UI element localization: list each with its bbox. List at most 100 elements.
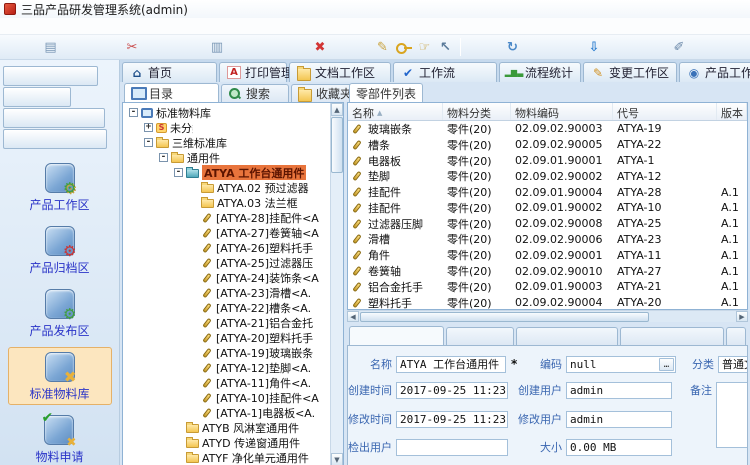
expand-toggle-icon[interactable]: - xyxy=(159,153,168,162)
delete-icon[interactable] xyxy=(268,37,372,57)
modified-field[interactable]: 2017-09-25 11:23:13 xyxy=(396,411,508,428)
sync-icon[interactable] xyxy=(465,37,560,57)
expand-toggle-icon[interactable]: - xyxy=(174,168,183,177)
table-row[interactable]: 挂配件 零件(20) 02.09.01.90004 ATYA-28 A.1 xyxy=(348,184,747,200)
point-icon[interactable] xyxy=(414,37,435,57)
main-tab[interactable]: 工作流 xyxy=(393,62,497,82)
tree-node[interactable]: [ATYA-11]角件<A. xyxy=(125,375,329,390)
tree-node[interactable]: [ATYA-20]塑料托手 xyxy=(125,330,329,345)
modifier-field[interactable]: admin xyxy=(566,411,672,428)
tree-node[interactable]: [ATYA-28]挂配件<A xyxy=(125,210,329,225)
size-field[interactable]: 0.00 MB xyxy=(566,439,672,456)
creator-field[interactable]: admin xyxy=(566,382,672,399)
editpage-icon[interactable] xyxy=(628,37,730,57)
table-row[interactable]: 挂配件 零件(20) 02.09.01.90002 ATYA-10 A.1 xyxy=(348,200,747,216)
tree-node[interactable]: + 未分类物料 xyxy=(125,120,193,135)
scroll-up-icon[interactable]: ▲ xyxy=(331,103,343,116)
detail-tab[interactable] xyxy=(516,327,618,345)
tree-node[interactable]: [ATYA-21]铝合金托 xyxy=(125,315,329,330)
table-row[interactable]: 铝合金托手 零件(20) 02.09.01.90003 ATYA-21 A.1 xyxy=(348,279,747,295)
tree-node[interactable]: [ATYA-27]卷簧轴<A xyxy=(125,225,329,240)
scrollbar-thumb[interactable] xyxy=(331,117,343,173)
tree-node[interactable]: [ATYA-24]装饰条<A xyxy=(125,270,329,285)
main-tab[interactable]: 流程统计 xyxy=(499,62,581,82)
sidebar-item[interactable]: 产品发布区 xyxy=(9,284,111,342)
sidebar-section-button[interactable] xyxy=(3,129,107,149)
scroll-right-icon[interactable]: ▶ xyxy=(736,311,748,322)
sidebar-item[interactable]: 物料申请 xyxy=(27,410,91,465)
detail-tab[interactable] xyxy=(620,327,724,345)
sidebar-item[interactable]: 标准物料库 xyxy=(8,347,112,405)
cut-icon[interactable] xyxy=(98,37,166,57)
table-horizontal-scrollbar[interactable]: ◀ ▶ xyxy=(347,310,748,322)
main-tab[interactable]: 打印管理 xyxy=(219,62,287,82)
column-header[interactable]: 名称 ▲ xyxy=(348,103,443,120)
column-header[interactable]: 物料分类 xyxy=(443,103,511,120)
table-row[interactable]: 垫脚 零件(20) 02.09.02.90002 ATYA-12 A.1 xyxy=(348,168,452,184)
select-icon[interactable] xyxy=(435,37,456,57)
sidebar-section-button[interactable] xyxy=(3,87,71,107)
sidebar-section-button[interactable] xyxy=(3,108,105,128)
table-row[interactable]: 槽条 零件(20) 02.09.02.90005 ATYA-22 A.1 xyxy=(348,137,416,153)
copypage-icon[interactable] xyxy=(730,37,750,57)
column-header[interactable]: 物料编码 xyxy=(511,103,613,120)
expand-toggle-icon[interactable]: - xyxy=(144,138,153,147)
class-field[interactable]: 普通文件 xyxy=(718,356,748,373)
tree-node[interactable]: - ATYA 工作台通用件 xyxy=(125,165,329,180)
tree-node[interactable]: [ATYA-19]玻璃嵌条 xyxy=(125,345,329,360)
tree-node[interactable]: ATYA.03 法兰框 xyxy=(125,195,329,210)
table-row[interactable]: 玻璃嵌条 零件(20) 02.09.02.90003 ATYA-19 A.1 xyxy=(348,121,443,137)
remark-field[interactable] xyxy=(716,382,748,448)
created-field[interactable]: 2017-09-25 11:23:13 xyxy=(396,382,508,399)
scrollbar-thumb[interactable] xyxy=(360,312,649,322)
tree-node[interactable]: [ATYA-26]塑料托手 xyxy=(125,240,329,255)
table-row[interactable]: 过滤器压脚 零件(20) 02.09.02.90008 ATYA-25 A.1 xyxy=(348,216,747,232)
scroll-down-icon[interactable]: ▼ xyxy=(331,453,343,465)
sidebar-item[interactable]: 产品工作区 xyxy=(12,158,107,216)
copy-icon[interactable] xyxy=(3,37,98,57)
paste-icon[interactable] xyxy=(166,37,268,57)
tree-node[interactable]: [ATYA-1]电器板<A. xyxy=(125,405,329,420)
sidebar-item[interactable]: 产品归档区 xyxy=(26,221,94,279)
tree-node[interactable]: ATYA.02 预过滤器 xyxy=(125,180,329,195)
key-icon[interactable] xyxy=(393,37,414,57)
main-tab[interactable]: 首页 xyxy=(122,62,217,82)
checkin-icon[interactable] xyxy=(560,37,628,57)
column-header[interactable]: 版本 xyxy=(717,103,747,120)
detail-tab[interactable] xyxy=(446,327,514,345)
scroll-left-icon[interactable]: ◀ xyxy=(347,311,359,322)
tree-node[interactable]: - 标准物料库 xyxy=(125,105,220,120)
column-header[interactable]: 代号 xyxy=(613,103,717,120)
tree-vertical-scrollbar[interactable]: ▲ ▼ xyxy=(330,103,343,465)
table-row[interactable]: 滑槽 零件(20) 02.09.02.90006 ATYA-23 A.1 xyxy=(348,232,747,248)
main-tab[interactable]: 变更工作区 xyxy=(583,62,677,82)
table-row[interactable]: 角件 零件(20) 02.09.02.90001 ATYA-11 A.1 xyxy=(348,247,747,263)
detail-tab[interactable] xyxy=(726,327,746,345)
tree-node[interactable]: [ATYA-25]过滤器压 xyxy=(125,255,329,270)
browse-button[interactable]: … xyxy=(659,358,674,371)
tree-tab[interactable]: 搜索 xyxy=(221,84,289,102)
sidebar-section-button[interactable] xyxy=(3,66,98,86)
code-field[interactable]: null … xyxy=(566,356,676,373)
tree-node[interactable]: [ATYA-22]槽条<A. xyxy=(125,300,329,315)
checkout-field[interactable] xyxy=(396,439,508,456)
edit-icon[interactable] xyxy=(372,37,393,57)
tree-node[interactable]: ATYF 净化单元通用件 xyxy=(125,450,329,465)
expand-toggle-icon[interactable]: - xyxy=(129,108,138,117)
tree-node[interactable]: ATYD 传递窗通用件 xyxy=(125,435,329,450)
main-tab[interactable]: 文档工作区 xyxy=(289,62,391,82)
expand-toggle-icon[interactable]: + xyxy=(144,123,153,132)
name-field[interactable]: ATYA 工作台通用件 xyxy=(396,356,506,373)
tree-node[interactable]: - 三维标准库 xyxy=(125,135,227,150)
tree-node[interactable]: [ATYA-23]滑槽<A. xyxy=(125,285,329,300)
detail-tab[interactable] xyxy=(349,326,444,345)
main-tab[interactable]: 产品工作区 xyxy=(679,62,750,82)
tree-node[interactable]: ATYB 风淋室通用件 xyxy=(125,420,329,435)
tree-node[interactable]: - 通用件 xyxy=(125,150,229,165)
parts-list-tab[interactable]: 零部件列表 xyxy=(349,83,423,102)
table-row[interactable]: 卷簧轴 零件(20) 02.09.02.90010 ATYA-27 A.1 xyxy=(348,263,747,279)
tree-node[interactable]: [ATYA-12]垫脚<A. xyxy=(125,360,329,375)
tree-tab[interactable]: 目录 xyxy=(124,83,219,102)
table-row[interactable]: 电器板 零件(20) 02.09.01.90001 ATYA-1 A.1 xyxy=(348,153,450,169)
table-row[interactable]: 塑料托手 零件(20) 02.09.02.90004 ATYA-20 A.1 xyxy=(348,295,747,311)
